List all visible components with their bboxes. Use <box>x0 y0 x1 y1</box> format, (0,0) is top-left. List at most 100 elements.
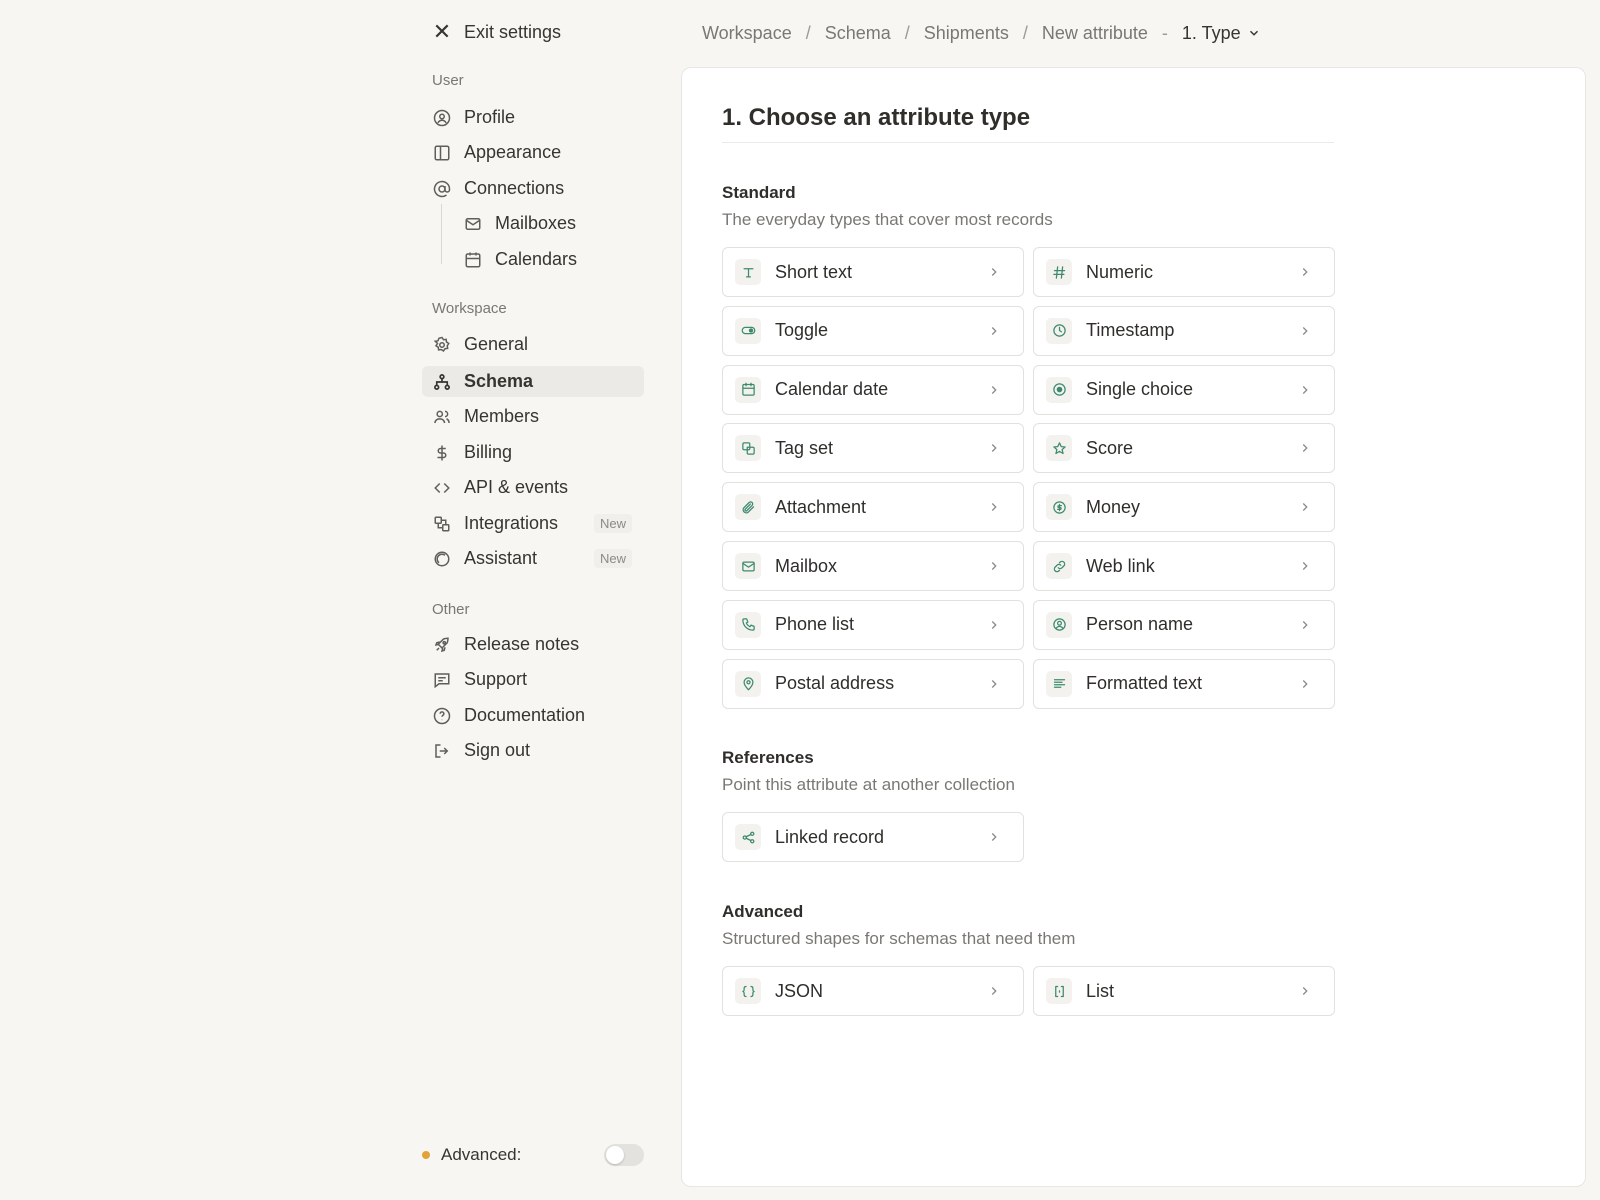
attribute-type-formatted-text-button[interactable]: Formatted text <box>1033 658 1335 709</box>
sidebar-item-support[interactable]: Support <box>422 664 644 695</box>
sidebar-item-label: Connections <box>464 178 565 198</box>
section-label-user: User <box>432 72 464 89</box>
assistant-icon <box>432 549 452 569</box>
breadcrumb-workspace[interactable]: Workspace <box>702 23 792 44</box>
chevron-right-icon <box>1298 383 1312 397</box>
breadcrumb-dash: - <box>1161 22 1168 43</box>
breadcrumb-separator: / <box>904 22 910 43</box>
attribute-type-label: Toggle <box>775 320 829 341</box>
message-icon <box>432 670 452 690</box>
sidebar-item-api-events[interactable]: API & events <box>422 472 644 503</box>
chevron-right-icon <box>1298 984 1312 998</box>
sidebar-item-label: Assistant <box>464 548 538 568</box>
divider <box>722 142 1334 143</box>
sidebar-item-profile[interactable]: Profile <box>422 102 644 133</box>
sidebar-item-documentation[interactable]: Documentation <box>422 700 644 731</box>
attribute-type-numeric-button[interactable]: Numeric <box>1033 247 1335 297</box>
braces-icon <box>735 978 761 1004</box>
attribute-type-label: Postal address <box>775 673 895 694</box>
chevron-right-icon <box>987 984 1001 998</box>
sidebar-item-connections[interactable]: Connections <box>422 173 644 204</box>
link-icon <box>1046 553 1072 579</box>
attribute-type-list-button[interactable]: List <box>1033 966 1335 1016</box>
code-icon <box>432 478 452 498</box>
attribute-type-mailbox-button[interactable]: Mailbox <box>722 541 1024 591</box>
sidebar-item-release-notes[interactable]: Release notes <box>422 629 644 660</box>
close-icon: ✕ <box>432 19 452 44</box>
sidebar-item-members[interactable]: Members <box>422 401 644 432</box>
schema-icon <box>432 372 452 392</box>
attribute-type-person-name-button[interactable]: Person name <box>1033 599 1335 650</box>
attribute-type-single-choice-button[interactable]: Single choice <box>1033 364 1335 415</box>
sidebar-item-appearance[interactable]: Appearance <box>422 137 644 168</box>
integrations-icon <box>432 514 452 534</box>
sidebar-item-calendars[interactable]: Calendars <box>422 244 644 275</box>
sidebar-item-general[interactable]: General <box>422 329 644 360</box>
breadcrumb-new-attribute[interactable]: New attribute <box>1042 23 1148 44</box>
chevron-right-icon <box>987 677 1001 691</box>
help-circle-icon <box>432 706 452 726</box>
attribute-type-web-link-button[interactable]: Web link <box>1033 541 1335 591</box>
attribute-type-label: Calendar date <box>775 379 889 400</box>
attribute-type-label: Attachment <box>775 496 867 517</box>
advanced-group-title: Advanced <box>722 902 804 921</box>
attribute-type-label: Timestamp <box>1086 320 1175 341</box>
step-dropdown[interactable]: 1. Type <box>1182 23 1261 44</box>
chevron-right-icon <box>1298 618 1312 632</box>
sign-out-icon <box>432 741 452 761</box>
chevron-right-icon <box>987 441 1001 455</box>
attribute-type-label: Phone list <box>775 614 855 635</box>
attribute-type-toggle-button[interactable]: Toggle <box>722 305 1024 356</box>
attribute-type-calendar-date-button[interactable]: Calendar date <box>722 364 1024 415</box>
attribute-type-label: Score <box>1086 437 1134 458</box>
attribute-type-timestamp-button[interactable]: Timestamp <box>1033 305 1335 356</box>
sidebar-item-label: Appearance <box>464 142 562 162</box>
user-circle-icon <box>1046 611 1072 638</box>
attribute-type-tag-set-button[interactable]: Tag set <box>722 423 1024 474</box>
step-dropdown-label: 1. Type <box>1181 22 1241 43</box>
sidebar-item-integrations[interactable]: Integrations New <box>422 508 644 539</box>
calendar-icon <box>463 250 483 270</box>
brackets-icon <box>1046 978 1072 1004</box>
section-label-other: Other <box>432 601 470 618</box>
map-pin-icon <box>735 670 761 697</box>
phone-icon <box>735 611 761 638</box>
attribute-type-phone-list-button[interactable]: Phone list <box>722 599 1024 650</box>
advanced-group-subtitle: Structured shapes for schemas that need … <box>722 929 1076 948</box>
chevron-right-icon <box>987 383 1001 397</box>
clock-icon <box>1046 317 1072 344</box>
status-dot <box>422 1151 430 1159</box>
star-icon <box>1046 435 1072 462</box>
chevron-right-icon <box>987 500 1001 514</box>
text-icon <box>735 259 761 285</box>
section-label-workspace: Workspace <box>432 300 507 317</box>
advanced-toggle[interactable] <box>604 1144 644 1166</box>
attribute-type-linked-record-button[interactable]: Linked record <box>722 812 1024 862</box>
new-badge: New <box>593 514 632 533</box>
attribute-type-label: Numeric <box>1086 261 1154 282</box>
attribute-type-short-text-button[interactable]: Short text <box>722 247 1024 297</box>
breadcrumb-shipments[interactable]: Shipments <box>924 23 1009 44</box>
sidebar-item-billing[interactable]: Billing <box>422 437 644 468</box>
sidebar-item-label: Sign out <box>464 740 531 760</box>
attribute-type-money-button[interactable]: Money <box>1033 482 1335 533</box>
attribute-type-score-button[interactable]: Score <box>1033 423 1335 474</box>
at-sign-icon <box>432 179 452 199</box>
mail-icon <box>735 553 761 579</box>
sidebar-item-sign-out[interactable]: Sign out <box>422 735 644 766</box>
sidebar-item-mailboxes[interactable]: Mailboxes <box>422 208 644 239</box>
paperclip-icon <box>735 494 761 521</box>
attribute-type-postal-address-button[interactable]: Postal address <box>722 658 1024 709</box>
sidebar-item-assistant[interactable]: Assistant New <box>422 543 644 574</box>
advanced-label: Advanced: <box>441 1145 522 1164</box>
breadcrumb-schema[interactable]: Schema <box>825 23 891 44</box>
attribute-type-label: Money <box>1086 496 1141 517</box>
attribute-type-label: Linked record <box>775 826 885 847</box>
attribute-type-attachment-button[interactable]: Attachment <box>722 482 1024 533</box>
exit-settings-button[interactable]: ✕ Exit settings <box>432 18 561 46</box>
attribute-type-json-button[interactable]: JSON <box>722 966 1024 1016</box>
sidebar-item-schema[interactable]: Schema <box>422 366 644 397</box>
sidebar-item-label: API & events <box>464 477 569 497</box>
dollar-icon <box>432 443 452 463</box>
sidebar-item-label: Integrations <box>464 513 559 533</box>
